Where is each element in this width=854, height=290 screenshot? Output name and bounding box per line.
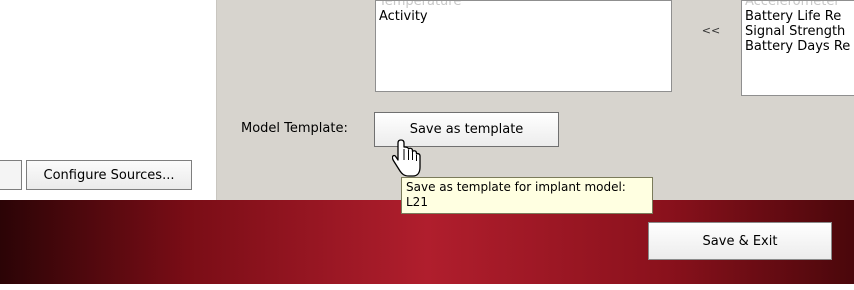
configure-sources-button[interactable]: Configure Sources... — [26, 160, 192, 190]
move-left-button[interactable]: << — [700, 24, 722, 37]
list-item[interactable]: Temperature — [379, 1, 671, 9]
selected-sources-list[interactable]: Temperature Activity — [375, 0, 672, 92]
list-item[interactable]: Accelerometer — [745, 1, 854, 9]
available-sources-list[interactable]: Accelerometer Battery Life Re Signal Str… — [741, 0, 854, 96]
tooltip-line: L21 — [406, 195, 428, 209]
save-exit-button[interactable]: Save & Exit — [648, 222, 832, 260]
tooltip-line: Save as template for implant model: — [406, 180, 626, 194]
model-template-label: Model Template: — [241, 121, 348, 136]
save-exit-label: Save & Exit — [702, 233, 778, 249]
left-stub-button[interactable] — [0, 160, 22, 190]
list-item[interactable]: Battery Days Re — [745, 39, 854, 54]
tooltip: Save as template for implant model: L21 — [401, 177, 653, 214]
hand-cursor-icon — [392, 139, 421, 177]
save-as-template-label: Save as template — [409, 122, 524, 137]
list-item[interactable]: Battery Life Re — [745, 9, 854, 24]
list-item[interactable]: Signal Strength — [745, 24, 854, 39]
configure-sources-label: Configure Sources... — [43, 167, 175, 183]
list-item[interactable]: Activity — [379, 9, 671, 24]
main-panel: Temperature Activity Accelerometer Batte… — [217, 0, 854, 200]
